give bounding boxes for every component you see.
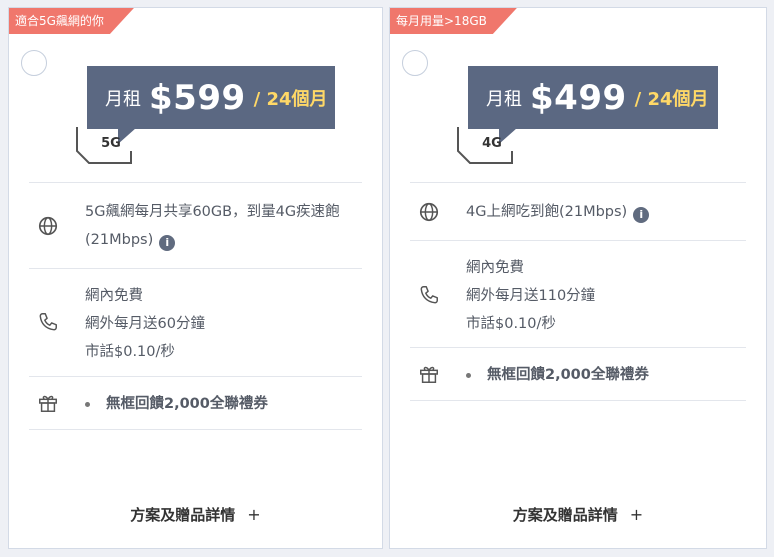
divider bbox=[410, 400, 746, 401]
divider bbox=[410, 347, 746, 348]
info-icon[interactable]: i bbox=[159, 235, 176, 251]
contract-term: / 24個月 bbox=[634, 88, 709, 110]
plus-icon: + bbox=[247, 505, 261, 524]
globe-icon bbox=[38, 216, 58, 236]
bullet-icon bbox=[466, 372, 471, 378]
divider bbox=[29, 376, 362, 377]
gift-text: 無框回饋2,000全聯禮券 bbox=[487, 367, 649, 383]
gift-icon bbox=[39, 395, 57, 412]
voice-allowance: 網內免費 網外每月送60分鐘 市話$0.10/秒 bbox=[85, 282, 364, 366]
gift-text: 無框回饋2,000全聯禮券 bbox=[106, 396, 268, 412]
voice-line: 網外每月送110分鐘 bbox=[466, 288, 596, 304]
divider bbox=[29, 268, 362, 269]
plan-tag: 每月用量>18GB bbox=[390, 8, 517, 34]
voice-line: 市話$0.10/秒 bbox=[466, 316, 556, 332]
gift-icon bbox=[420, 366, 438, 383]
price-amount: $499 bbox=[530, 77, 627, 118]
bullet-icon bbox=[85, 401, 90, 407]
gift-row: 無框回饋2,000全聯禮券 bbox=[466, 361, 748, 389]
divider bbox=[410, 240, 746, 241]
plan-card-599[interactable]: 適合5G飆網的你 月租 $599 / 24個月 5G 5G飆網每月共享60GB，… bbox=[8, 7, 383, 549]
plan-card-499[interactable]: 每月用量>18GB 月租 $499 / 24個月 4G 4G上網吃到飽(21Mb… bbox=[389, 7, 767, 549]
divider bbox=[29, 429, 362, 430]
data-allowance: 4G上網吃到飽(21Mbps) i bbox=[466, 198, 748, 226]
info-icon[interactable]: i bbox=[633, 207, 650, 223]
gift-row: 無框回饋2,000全聯禮券 bbox=[85, 390, 364, 418]
data-allowance-text: 4G上網吃到飽(21Mbps) bbox=[466, 204, 628, 220]
rent-label: 月租 bbox=[486, 88, 522, 110]
voice-line: 市話$0.10/秒 bbox=[85, 344, 175, 360]
globe-icon bbox=[419, 202, 439, 222]
plan-radio[interactable] bbox=[402, 50, 428, 76]
price-amount: $599 bbox=[149, 77, 246, 118]
plan-details-label: 方案及贈品詳情 bbox=[130, 506, 236, 524]
phone-icon bbox=[420, 286, 438, 304]
plan-details-toggle[interactable]: 方案及贈品詳情 + bbox=[390, 504, 766, 525]
voice-line: 網內免費 bbox=[466, 260, 524, 276]
plan-details-toggle[interactable]: 方案及贈品詳情 + bbox=[9, 504, 382, 525]
data-allowance: 5G飆網每月共享60GB，到量4G疾速飽(21Mbps) i bbox=[85, 198, 364, 254]
voice-line: 網外每月送60分鐘 bbox=[85, 316, 205, 332]
plan-tag: 適合5G飆網的你 bbox=[9, 8, 134, 34]
data-allowance-text: 5G飆網每月共享60GB，到量4G疾速飽(21Mbps) bbox=[85, 204, 340, 248]
rent-label: 月租 bbox=[105, 88, 141, 110]
plus-icon: + bbox=[629, 505, 644, 524]
price-banner: 月租 $599 / 24個月 bbox=[87, 66, 335, 129]
divider bbox=[410, 182, 746, 183]
phone-icon bbox=[39, 313, 57, 331]
contract-term: / 24個月 bbox=[253, 88, 328, 110]
network-badge: 4G bbox=[482, 136, 502, 151]
voice-line: 網內免費 bbox=[85, 288, 143, 304]
price-banner: 月租 $499 / 24個月 bbox=[468, 66, 718, 129]
plan-details-label: 方案及贈品詳情 bbox=[512, 506, 618, 524]
voice-allowance: 網內免費 網外每月送110分鐘 市話$0.10/秒 bbox=[466, 254, 748, 338]
plan-radio[interactable] bbox=[21, 50, 47, 76]
divider bbox=[29, 182, 362, 183]
network-badge: 5G bbox=[101, 136, 121, 151]
